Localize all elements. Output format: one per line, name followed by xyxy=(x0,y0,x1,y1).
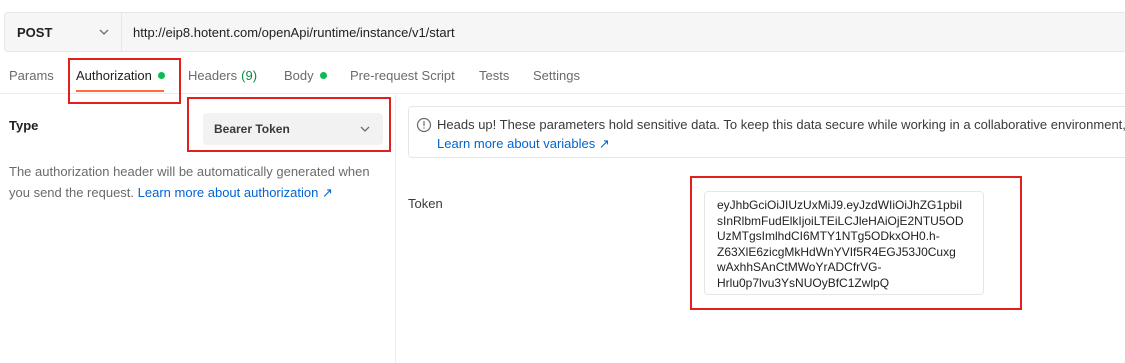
learn-more-authorization-link[interactable]: Learn more about authorization ↗ xyxy=(138,185,333,200)
tab-pre-request-script[interactable]: Pre-request Script xyxy=(350,56,455,94)
request-bar: POST http://eip8.hotent.com/openApi/runt… xyxy=(4,12,1125,52)
sensitive-data-notice: Heads up! These parameters hold sensitiv… xyxy=(408,106,1125,158)
tab-headers[interactable]: Headers (9) xyxy=(188,56,257,94)
tab-pre-request-label: Pre-request Script xyxy=(350,67,455,83)
auth-description: The authorization header will be automat… xyxy=(9,161,384,203)
chevron-down-icon xyxy=(99,29,109,35)
tab-tests-label: Tests xyxy=(479,67,510,83)
tab-body-label: Body xyxy=(284,67,314,83)
method-label: POST xyxy=(17,24,53,40)
tab-body[interactable]: Body xyxy=(284,56,327,94)
tab-params[interactable]: Params xyxy=(9,56,54,94)
learn-more-variables-link[interactable]: Learn more about variables ↗ xyxy=(437,136,610,152)
tab-headers-label: Headers xyxy=(188,67,238,83)
info-icon xyxy=(416,117,432,133)
token-label: Token xyxy=(408,196,443,211)
url-text: http://eip8.hotent.com/openApi/runtime/i… xyxy=(133,24,455,40)
tab-settings[interactable]: Settings xyxy=(533,56,580,94)
highlight-box-token xyxy=(690,176,1022,310)
body-dot-icon xyxy=(319,71,327,79)
method-select[interactable]: POST xyxy=(5,13,122,51)
url-input[interactable]: http://eip8.hotent.com/openApi/runtime/i… xyxy=(122,13,1125,51)
tab-settings-label: Settings xyxy=(533,67,580,83)
tab-params-label: Params xyxy=(9,67,54,83)
type-label: Type xyxy=(9,118,39,133)
panel-divider xyxy=(395,94,396,363)
highlight-box-type xyxy=(187,97,391,152)
tab-tests[interactable]: Tests xyxy=(479,56,509,94)
notice-text: Heads up! These parameters hold sensitiv… xyxy=(437,117,1125,132)
highlight-box-authorization xyxy=(68,58,181,104)
headers-count: (9) xyxy=(241,67,258,83)
